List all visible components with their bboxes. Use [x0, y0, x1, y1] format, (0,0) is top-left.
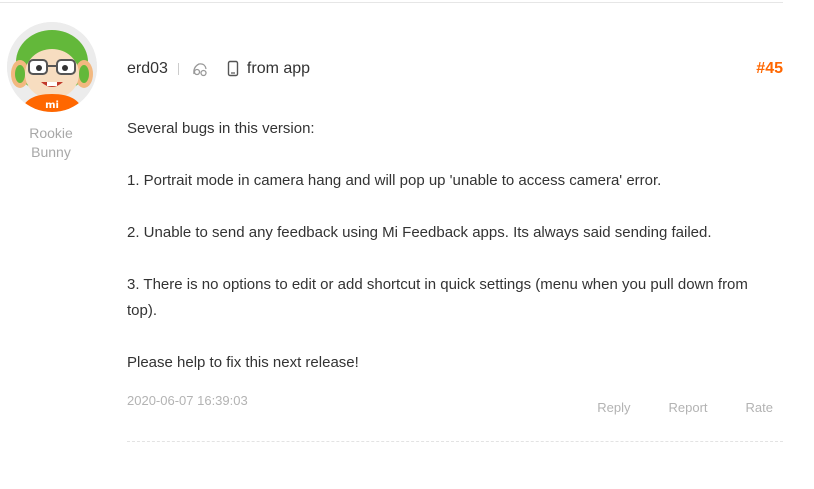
- post-paragraph: 2. Unable to send any feedback using Mi …: [127, 224, 712, 241]
- svg-text:mi: mi: [45, 100, 59, 111]
- post-actions: Reply Report Rate: [560, 400, 783, 415]
- rank-line-2: Bunny: [31, 144, 71, 160]
- avatar[interactable]: mi: [7, 22, 97, 112]
- top-divider: [0, 2, 783, 3]
- header-separator: [177, 63, 179, 75]
- post-header: erd03 from app #45: [127, 57, 783, 81]
- post-paragraph: 3. There is no options to edit or add sh…: [127, 276, 748, 319]
- rank-line-1: Rookie: [29, 125, 73, 141]
- rate-button[interactable]: Rate: [746, 400, 773, 415]
- post-body: Several bugs in this version: 1. Portrai…: [127, 116, 767, 402]
- floor-number-link[interactable]: #45: [756, 60, 783, 78]
- post-divider: [127, 441, 783, 442]
- mi-bunny-avatar-icon: mi: [7, 22, 97, 112]
- username-link[interactable]: erd03: [127, 60, 168, 78]
- post-paragraph: Several bugs in this version:: [127, 120, 315, 137]
- source-label: from app: [246, 60, 311, 77]
- post-paragraph: Please help to fix this next release!: [127, 354, 359, 371]
- reply-button[interactable]: Reply: [597, 400, 630, 415]
- author-rank: Rookie Bunny: [7, 124, 95, 162]
- post-paragraph: 1. Portrait mode in camera hang and will…: [127, 172, 662, 189]
- report-button[interactable]: Report: [669, 400, 708, 415]
- post-date: 2020-06-07 16:39:03: [127, 393, 248, 408]
- rookie-hat-icon: [191, 60, 209, 78]
- phone-icon: [227, 60, 239, 78]
